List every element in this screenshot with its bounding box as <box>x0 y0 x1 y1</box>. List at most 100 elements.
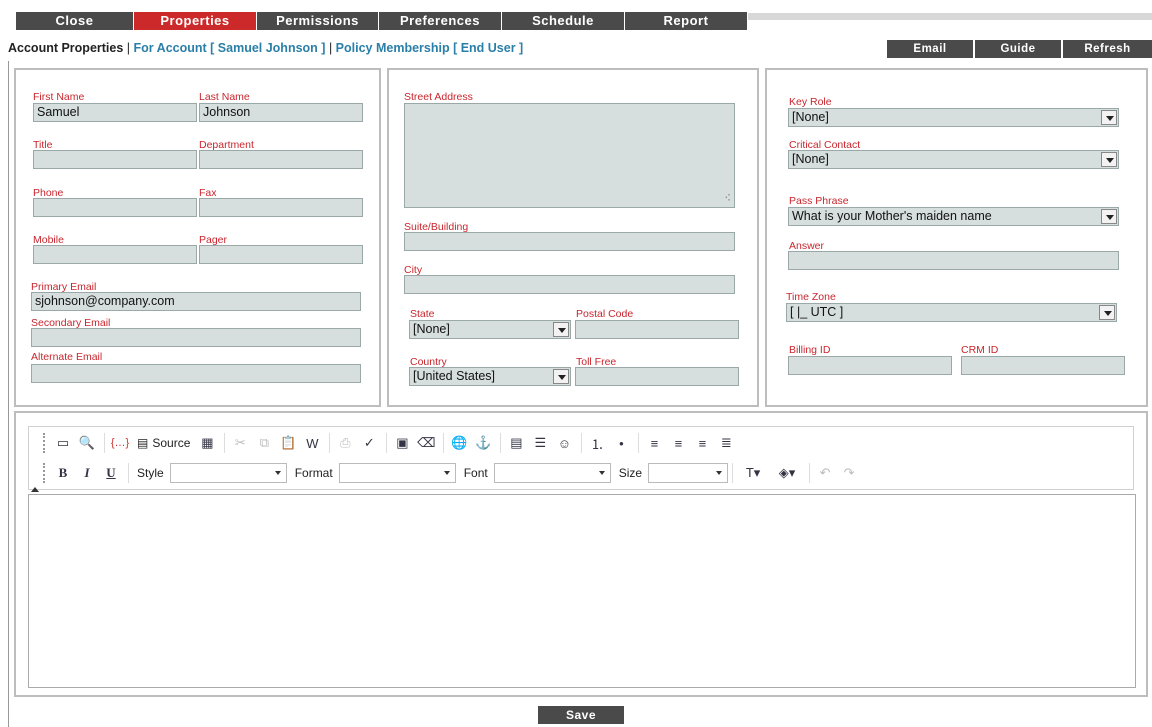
templates-icon[interactable]: ▦ <box>196 432 218 454</box>
state-select[interactable]: [None] <box>409 320 571 339</box>
align-left-icon[interactable]: ≡ <box>643 432 665 454</box>
state-label: State <box>410 308 435 320</box>
tab-properties[interactable]: Properties <box>134 12 257 30</box>
align-center-icon[interactable]: ≡ <box>667 432 689 454</box>
chevron-down-icon[interactable] <box>1099 305 1115 320</box>
crm-id-field[interactable] <box>961 356 1125 375</box>
copy-icon[interactable]: ⧉ <box>253 432 275 454</box>
account-link[interactable]: For Account [ Samuel Johnson ] <box>134 41 326 55</box>
background-color-icon[interactable]: ◈▾ <box>771 462 803 484</box>
spellcheck-icon[interactable]: ✓ <box>358 432 380 454</box>
undo-icon[interactable]: ↶ <box>814 462 836 484</box>
alternate-email-field[interactable] <box>31 364 361 383</box>
chevron-down-icon[interactable] <box>1101 209 1117 224</box>
mobile-field[interactable] <box>33 245 197 264</box>
critical-contact-select[interactable]: [None] <box>788 150 1119 169</box>
toolbar-separator <box>809 463 811 483</box>
code-snippet-icon[interactable]: {…} <box>109 432 131 454</box>
toolbar-separator <box>329 433 331 453</box>
tab-permissions[interactable]: Permissions <box>257 12 379 30</box>
table-icon[interactable]: ▤ <box>505 432 527 454</box>
phone-field[interactable] <box>33 198 197 217</box>
maximize-icon[interactable]: ▭ <box>52 432 74 454</box>
city-field[interactable] <box>404 275 735 294</box>
toolbar-separator <box>638 433 640 453</box>
chevron-down-icon[interactable] <box>1101 152 1117 167</box>
country-select[interactable]: [United States] <box>409 367 571 386</box>
remove-format-icon[interactable]: ⌫ <box>415 432 437 454</box>
smiley-icon[interactable]: ☺ <box>553 432 575 454</box>
size-select[interactable] <box>648 463 729 483</box>
bulleted-list-icon[interactable]: • <box>610 432 632 454</box>
paste-icon[interactable]: 📋 <box>277 432 299 454</box>
bold-button[interactable]: B <box>52 462 74 484</box>
email-button[interactable]: Email <box>887 40 973 58</box>
pager-field[interactable] <box>199 245 363 264</box>
primary-email-field[interactable]: sjohnson@company.com <box>31 292 361 311</box>
first-name-field[interactable]: Samuel <box>33 103 197 122</box>
font-select[interactable] <box>493 463 611 483</box>
collapse-toolbar-icon[interactable] <box>31 487 39 492</box>
toolbar-separator <box>104 433 105 453</box>
billing-id-label: Billing ID <box>789 344 831 356</box>
cut-icon[interactable]: ✂ <box>229 432 251 454</box>
toolbar-separator <box>500 433 502 453</box>
style-select[interactable] <box>169 463 287 483</box>
postal-code-field[interactable] <box>575 320 739 339</box>
resize-grip-icon[interactable]: ⠪ <box>724 193 731 204</box>
chevron-down-icon[interactable] <box>553 369 569 384</box>
chevron-down-icon[interactable] <box>1101 110 1117 125</box>
tab-schedule[interactable]: Schedule <box>502 12 625 30</box>
postal-code-label: Postal Code <box>576 308 634 320</box>
time-zone-select[interactable]: [ |_ UTC ] <box>786 303 1117 322</box>
toolbar-separator <box>443 433 445 453</box>
font-label: Font <box>463 466 488 480</box>
toll-free-field[interactable] <box>575 367 739 386</box>
toolbar-separator <box>386 433 388 453</box>
suite-building-field[interactable] <box>404 232 735 251</box>
numbered-list-icon[interactable]: ⒈ <box>586 432 608 454</box>
link-icon[interactable]: 🌐 <box>448 432 470 454</box>
source-button[interactable]: ▤ Source <box>133 432 194 454</box>
title-field[interactable] <box>33 150 197 169</box>
pass-phrase-select[interactable]: What is your Mother's maiden name <box>788 207 1119 226</box>
save-button[interactable]: Save <box>538 706 624 724</box>
underline-button[interactable]: U <box>100 462 122 484</box>
page-title: Account Properties <box>8 41 124 55</box>
chevron-down-icon[interactable] <box>553 322 569 337</box>
last-name-field[interactable]: Johnson <box>199 103 363 122</box>
street-address-field[interactable]: ⠪ <box>404 103 735 208</box>
breadcrumb: Account Properties | For Account [ Samue… <box>8 41 523 55</box>
address-panel: Street Address ⠪ Suite/Building City Sta… <box>387 68 759 407</box>
fax-field[interactable] <box>199 198 363 217</box>
italic-button[interactable]: I <box>76 462 98 484</box>
tab-preferences[interactable]: Preferences <box>379 12 502 30</box>
department-field[interactable] <box>199 150 363 169</box>
format-select[interactable] <box>338 463 456 483</box>
secondary-email-field[interactable] <box>31 328 361 347</box>
guide-button[interactable]: Guide <box>975 40 1061 58</box>
toolbar-handle[interactable] <box>43 433 48 453</box>
toolbar-separator <box>732 463 734 483</box>
toolbar-handle[interactable] <box>43 463 48 483</box>
text-color-icon[interactable]: T▾ <box>737 462 769 484</box>
policy-membership-link[interactable]: Policy Membership [ End User ] <box>336 41 524 55</box>
billing-id-field[interactable] <box>788 356 952 375</box>
tab-report[interactable]: Report <box>625 12 748 30</box>
align-right-icon[interactable]: ≡ <box>691 432 713 454</box>
tab-close[interactable]: Close <box>16 12 134 30</box>
refresh-button[interactable]: Refresh <box>1063 40 1152 58</box>
preview-icon[interactable]: 🔍 <box>76 432 98 454</box>
paste-from-word-icon[interactable]: W <box>301 432 323 454</box>
anchor-icon[interactable]: ⚓ <box>472 432 494 454</box>
answer-field[interactable] <box>788 251 1119 270</box>
editor-content-area[interactable] <box>28 494 1136 688</box>
select-all-icon[interactable]: ▣ <box>391 432 413 454</box>
align-justify-icon[interactable]: ≣ <box>715 432 737 454</box>
horizontal-rule-icon[interactable]: ☰ <box>529 432 551 454</box>
key-role-select[interactable]: [None] <box>788 108 1119 127</box>
redo-icon[interactable]: ↷ <box>838 462 860 484</box>
format-label: Format <box>294 466 333 480</box>
breadcrumb-separator: | <box>126 41 131 55</box>
print-icon[interactable]: ⎙ <box>334 432 356 454</box>
